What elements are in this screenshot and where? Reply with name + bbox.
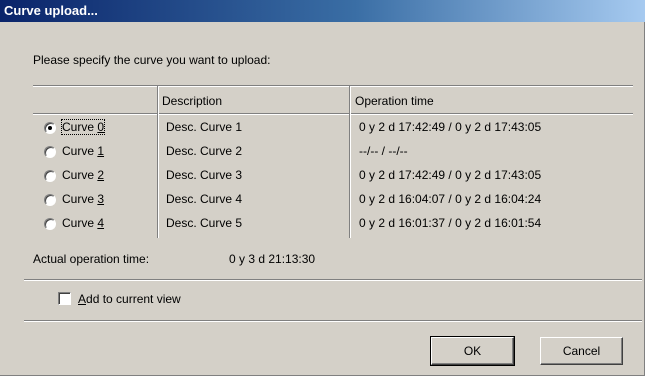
curve-mnemonic: 0 bbox=[97, 120, 105, 134]
curve-0-label[interactable]: Curve 0 bbox=[60, 119, 106, 135]
curve-1-label[interactable]: Curve 1 bbox=[62, 144, 104, 158]
curve-row[interactable]: Curve 2 Desc. Curve 3 0 y 2 d 17:42:49 /… bbox=[44, 166, 634, 188]
dialog-title: Curve upload... bbox=[4, 3, 98, 18]
curve-description: Desc. Curve 2 bbox=[166, 144, 243, 158]
curve-row[interactable]: Curve 4 Desc. Curve 5 0 y 2 d 16:01:37 /… bbox=[44, 214, 634, 236]
curve-3-label[interactable]: Curve 3 bbox=[62, 192, 104, 206]
actual-operation-time-value: 0 y 3 d 21:13:30 bbox=[229, 252, 316, 266]
curve-description: Desc. Curve 4 bbox=[166, 192, 243, 206]
curve-2-radio[interactable] bbox=[44, 170, 56, 182]
add-to-view-label[interactable]: Add to current view bbox=[78, 292, 181, 306]
dialog-title-bar[interactable]: Curve upload... bbox=[0, 0, 645, 22]
add-to-view-mnemonic: A bbox=[78, 292, 87, 306]
separator-upper bbox=[24, 279, 642, 281]
curve-operation-time: 0 y 2 d 17:42:49 / 0 y 2 d 17:43:05 bbox=[359, 120, 542, 134]
curve-4-label[interactable]: Curve 4 bbox=[62, 216, 104, 230]
curve-row[interactable]: Curve 0 Desc. Curve 1 0 y 2 d 17:42:49 /… bbox=[44, 118, 634, 140]
radio-selected-dot bbox=[48, 126, 52, 130]
curve-3-radio[interactable] bbox=[44, 194, 56, 206]
curve-description: Desc. Curve 5 bbox=[166, 216, 243, 230]
curve-0-radio[interactable] bbox=[44, 122, 56, 134]
table-header-divider bbox=[33, 113, 633, 115]
curve-label-text: Curve bbox=[62, 216, 98, 230]
curve-mnemonic: 1 bbox=[97, 144, 105, 158]
actual-operation-time-label: Actual operation time: bbox=[33, 252, 150, 266]
curve-mnemonic: 2 bbox=[97, 168, 105, 182]
curve-4-radio[interactable] bbox=[44, 218, 56, 230]
curve-mnemonic: 4 bbox=[97, 216, 105, 230]
curve-mnemonic: 3 bbox=[97, 192, 105, 206]
curve-operation-time: --/-- / --/-- bbox=[359, 144, 408, 158]
separator-lower bbox=[24, 320, 642, 322]
column-header-operation-time: Operation time bbox=[355, 94, 434, 108]
table-top-divider bbox=[33, 85, 633, 87]
curve-description: Desc. Curve 3 bbox=[166, 168, 243, 182]
prompt-text: Please specify the curve you want to upl… bbox=[33, 53, 271, 67]
curve-upload-dialog: Curve upload... Please specify the curve… bbox=[0, 0, 645, 376]
add-to-view-checkbox[interactable] bbox=[58, 292, 71, 305]
curve-label-text: Curve bbox=[62, 192, 98, 206]
curve-label-text: Curve bbox=[62, 168, 98, 182]
curve-2-label[interactable]: Curve 2 bbox=[62, 168, 104, 182]
ok-button[interactable]: OK bbox=[430, 336, 515, 366]
curve-row[interactable]: Curve 1 Desc. Curve 2 --/-- / --/-- bbox=[44, 142, 634, 164]
curve-operation-time: 0 y 2 d 16:01:37 / 0 y 2 d 16:01:54 bbox=[359, 216, 542, 230]
curve-description: Desc. Curve 1 bbox=[166, 120, 243, 134]
curve-operation-time: 0 y 2 d 17:42:49 / 0 y 2 d 17:43:05 bbox=[359, 168, 542, 182]
curve-operation-time: 0 y 2 d 16:04:07 / 0 y 2 d 16:04:24 bbox=[359, 192, 542, 206]
curve-row[interactable]: Curve 3 Desc. Curve 4 0 y 2 d 16:04:07 /… bbox=[44, 190, 634, 212]
add-to-view-label-text: dd to current view bbox=[86, 292, 181, 306]
column-header-description: Description bbox=[162, 94, 223, 108]
curve-label-text: Curve bbox=[62, 144, 98, 158]
curve-1-radio[interactable] bbox=[44, 146, 56, 158]
cancel-button[interactable]: Cancel bbox=[540, 337, 623, 365]
curve-label-text: Curve bbox=[62, 120, 98, 134]
